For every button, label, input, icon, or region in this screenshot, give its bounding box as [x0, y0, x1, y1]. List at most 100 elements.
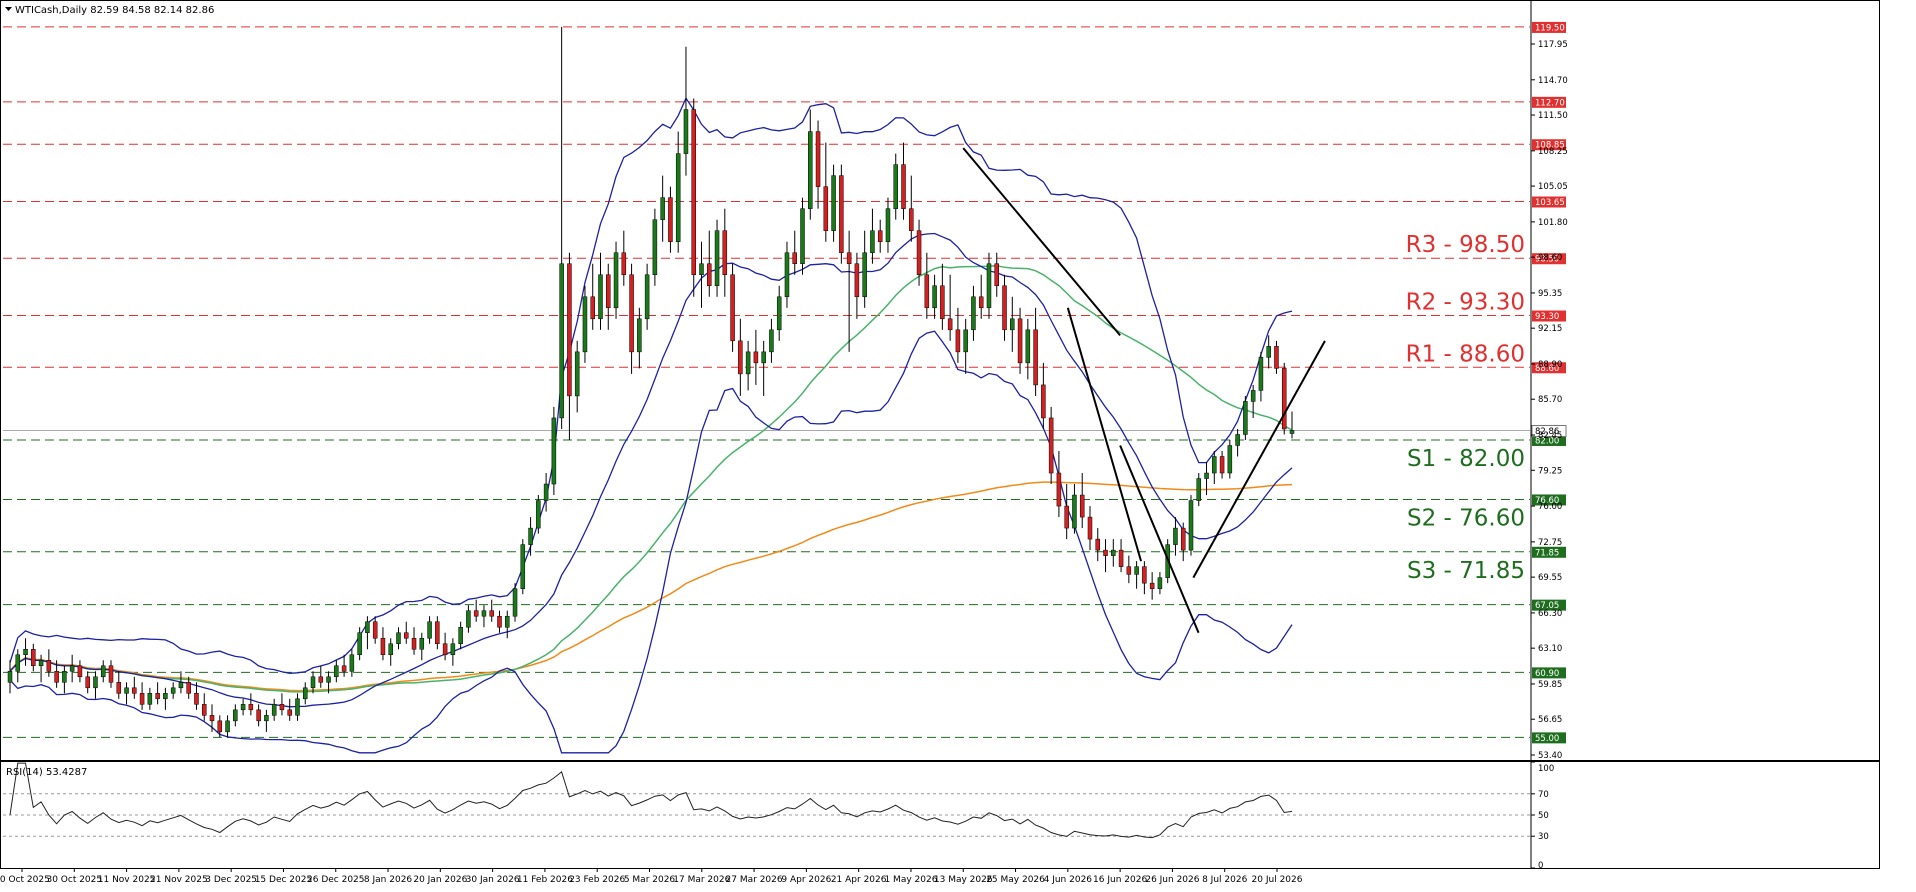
candle-body[interactable] [986, 263, 992, 309]
candle-body[interactable] [590, 296, 595, 320]
candle-body[interactable] [753, 351, 759, 364]
candle-body[interactable] [481, 610, 487, 617]
candle-body[interactable] [1010, 318, 1015, 331]
candle-body[interactable] [302, 687, 308, 700]
candle-body[interactable] [776, 296, 782, 331]
candle-body[interactable] [435, 621, 440, 645]
candle-body[interactable] [1025, 329, 1031, 364]
candle-body[interactable] [1188, 500, 1194, 551]
candle-body[interactable] [1235, 434, 1240, 446]
candle-body[interactable] [1048, 417, 1054, 474]
candle-body[interactable] [264, 715, 269, 722]
triangle-down-icon[interactable] [5, 7, 12, 11]
candle-body[interactable] [388, 643, 393, 656]
candle-body[interactable] [1103, 549, 1108, 556]
candle-body[interactable] [349, 654, 355, 672]
candle-body[interactable] [1064, 505, 1069, 529]
candle-body[interactable] [1072, 494, 1077, 529]
candle-body[interactable] [675, 153, 681, 242]
candle-body[interactable] [932, 285, 937, 309]
candle-body[interactable] [404, 632, 409, 639]
candle-body[interactable] [271, 704, 277, 716]
candle-body[interactable] [419, 637, 425, 650]
candle-body[interactable] [1289, 430, 1295, 434]
candle-body[interactable] [512, 588, 518, 617]
candle-body[interactable] [1142, 566, 1147, 584]
candle-body[interactable] [93, 676, 98, 689]
candle-body[interactable] [46, 660, 52, 672]
candle-body[interactable] [1227, 445, 1233, 474]
candle-body[interactable] [7, 671, 13, 683]
candle-body[interactable] [1149, 582, 1155, 589]
candle-body[interactable] [598, 274, 603, 320]
candle-body[interactable] [233, 709, 238, 722]
candle-body[interactable] [520, 544, 526, 589]
candle-body[interactable] [326, 676, 331, 683]
candle-body[interactable] [1180, 527, 1186, 551]
candles-layer[interactable] [7, 26, 1295, 738]
candle-body[interactable] [372, 621, 378, 639]
candle-body[interactable] [971, 296, 976, 331]
candle-body[interactable] [1079, 494, 1085, 518]
candle-body[interactable] [885, 208, 891, 242]
candle-body[interactable] [217, 720, 223, 733]
candle-body[interactable] [823, 186, 829, 231]
candle-body[interactable] [69, 665, 75, 672]
candle-body[interactable] [668, 197, 673, 242]
candle-body[interactable] [1002, 285, 1007, 331]
candle-body[interactable] [629, 274, 634, 353]
candle-body[interactable] [209, 715, 215, 722]
candle-body[interactable] [761, 351, 766, 364]
candle-body[interactable] [1111, 549, 1116, 556]
candle-body[interactable] [497, 615, 502, 628]
candle-body[interactable] [1204, 472, 1209, 479]
candle-body[interactable] [170, 687, 176, 694]
candle-body[interactable] [1281, 368, 1287, 430]
candle-body[interactable] [862, 252, 867, 298]
candle-body[interactable] [256, 709, 261, 722]
candle-body[interactable] [699, 263, 704, 276]
candle-body[interactable] [800, 208, 805, 264]
candle-body[interactable] [108, 665, 114, 683]
candle-body[interactable] [489, 610, 494, 617]
candle-body[interactable] [357, 632, 362, 656]
candle-body[interactable] [15, 654, 21, 672]
candle-body[interactable] [745, 351, 751, 375]
candle-body[interactable] [318, 676, 324, 683]
candle-body[interactable] [947, 318, 953, 331]
candle-body[interactable] [994, 263, 1000, 287]
candle-body[interactable] [77, 665, 83, 678]
candle-body[interactable] [1212, 456, 1217, 474]
candle-body[interactable] [1274, 346, 1279, 369]
candle-body[interactable] [870, 230, 875, 253]
candle-body[interactable] [955, 329, 961, 353]
candle-body[interactable] [551, 417, 557, 485]
trendline[interactable] [1066, 307, 1143, 562]
candle-body[interactable] [31, 649, 36, 667]
candle-body[interactable] [854, 263, 860, 298]
candle-body[interactable] [722, 230, 728, 276]
candle-body[interactable] [543, 483, 549, 501]
candle-body[interactable] [769, 329, 774, 353]
candle-body[interactable] [442, 643, 448, 656]
candle-body[interactable] [1173, 527, 1178, 545]
candle-body[interactable] [124, 687, 129, 694]
candle-body[interactable] [240, 704, 246, 711]
time-axis[interactable]: 20 Oct 202530 Oct 202511 Nov 202521 Nov … [0, 868, 1303, 885]
candle-body[interactable] [201, 704, 207, 716]
candle-body[interactable] [963, 329, 968, 353]
candle-body[interactable] [450, 643, 456, 656]
candle-body[interactable] [411, 637, 417, 650]
candle-body[interactable] [225, 720, 230, 733]
candle-body[interactable] [1056, 472, 1062, 507]
candle-body[interactable] [1118, 549, 1124, 567]
candle-body[interactable] [178, 682, 184, 689]
candle-body[interactable] [683, 109, 689, 154]
candle-body[interactable] [1017, 318, 1023, 364]
candle-body[interactable] [147, 693, 153, 705]
candle-body[interactable] [427, 621, 432, 639]
candle-body[interactable] [1157, 577, 1163, 589]
candle-body[interactable] [831, 175, 836, 231]
candle-body[interactable] [940, 285, 945, 320]
candle-body[interactable] [473, 610, 479, 617]
